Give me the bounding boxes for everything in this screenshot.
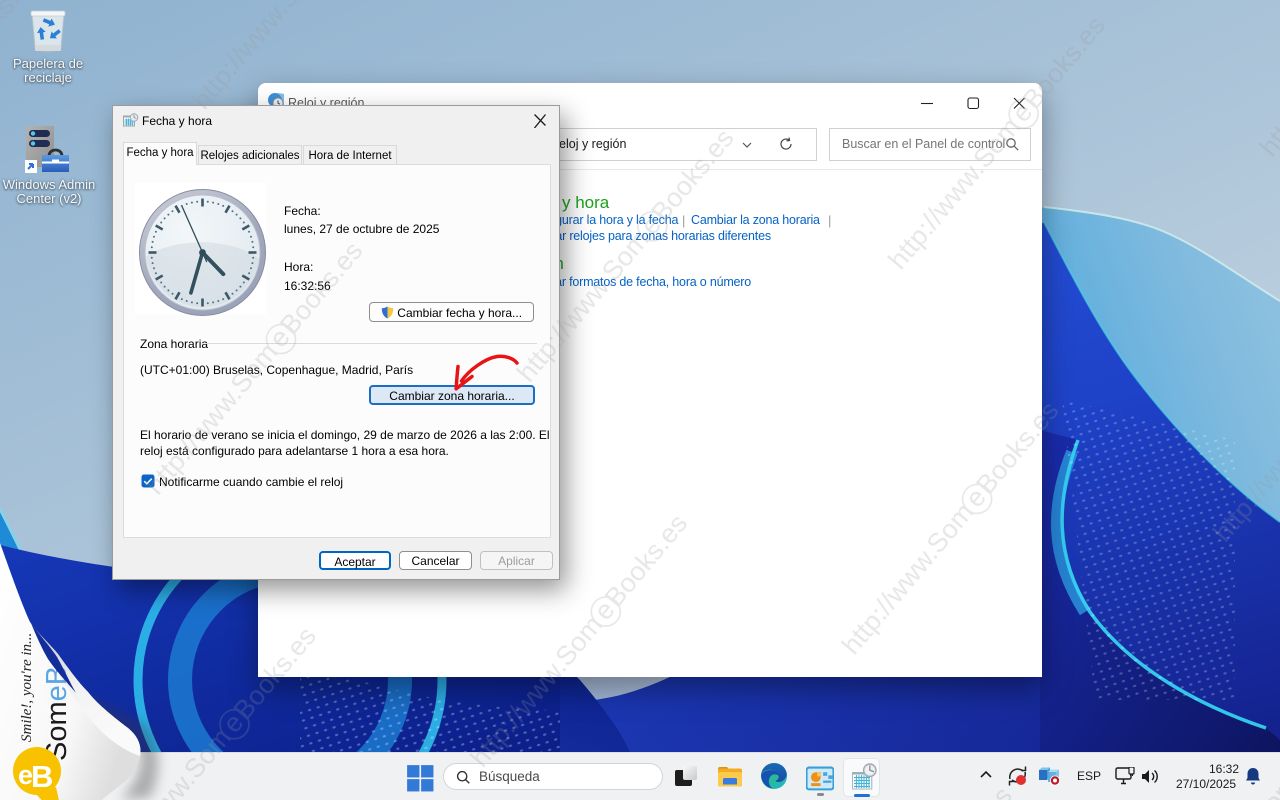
svg-text:B: B [31,759,53,794]
svg-text:Smile!, you're in...: Smile!, you're in... [19,633,35,742]
